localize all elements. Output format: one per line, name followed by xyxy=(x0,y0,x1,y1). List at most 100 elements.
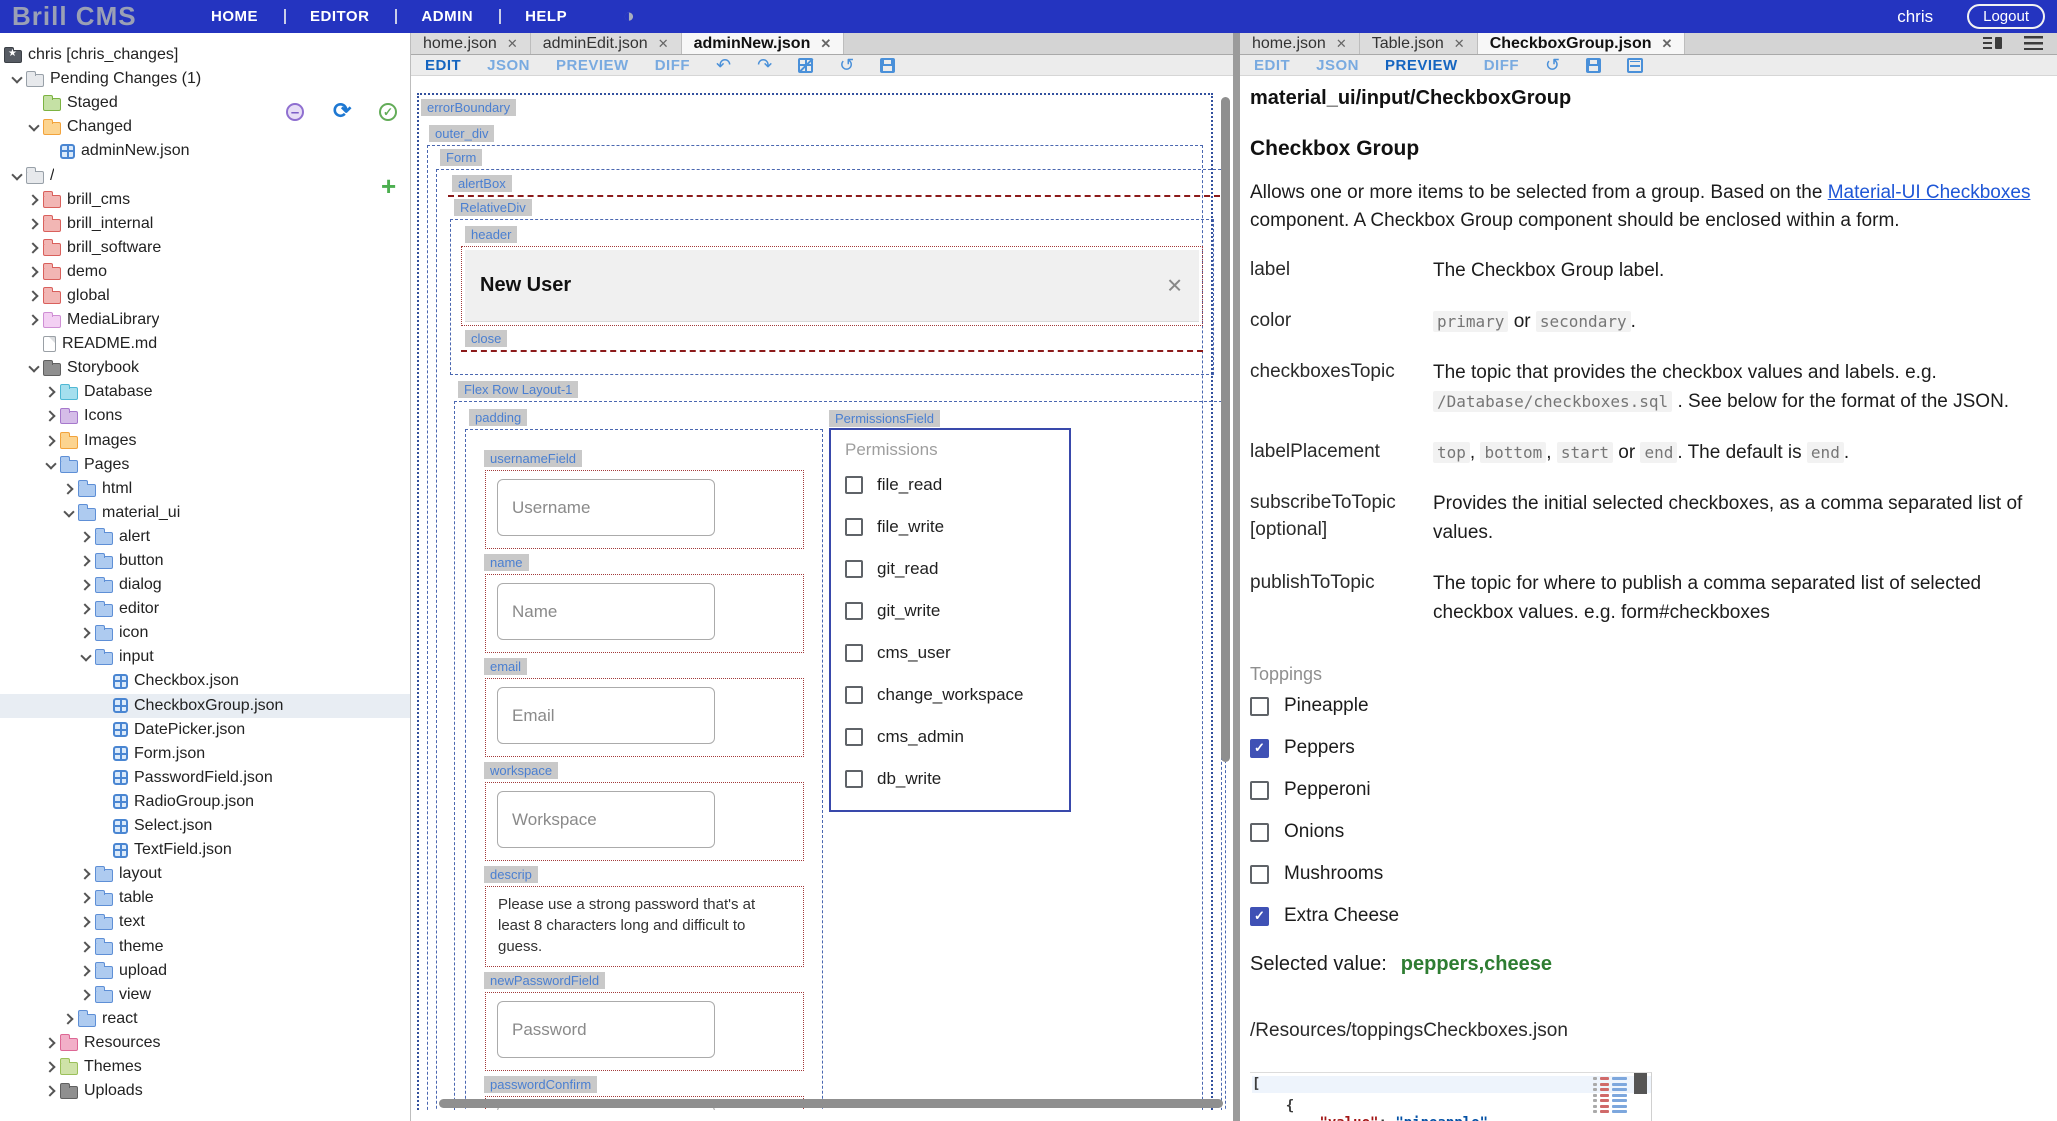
checkbox-icon[interactable] xyxy=(1250,823,1269,842)
field-outline[interactable]: Name xyxy=(485,574,804,653)
text-input[interactable]: Email xyxy=(497,687,715,744)
chevron-icon[interactable] xyxy=(77,986,95,1004)
component-chip-padding[interactable]: padding xyxy=(469,409,527,426)
tree-item[interactable]: DatePicker.json xyxy=(0,718,410,742)
chevron-icon[interactable] xyxy=(25,118,43,136)
tree-item[interactable]: Pages xyxy=(0,453,410,477)
checkbox-option[interactable]: db_write xyxy=(845,758,1069,800)
chevron-icon[interactable] xyxy=(42,383,60,401)
component-chip-permissionsField[interactable]: PermissionsField xyxy=(829,410,940,427)
chevron-icon[interactable] xyxy=(77,648,95,666)
tree-item[interactable]: Checkbox.json xyxy=(0,669,410,693)
chevron-icon[interactable] xyxy=(25,94,43,112)
chevron-icon[interactable] xyxy=(25,335,43,353)
checkbox-option[interactable]: Pineapple xyxy=(1250,685,2033,727)
logout-button[interactable]: Logout xyxy=(1967,4,2045,29)
tab-close-icon[interactable]: ✕ xyxy=(658,36,669,52)
mode-button[interactable]: DIFF xyxy=(1484,57,1519,74)
preview-tab[interactable]: CheckboxGroup.json ✕ xyxy=(1478,33,1686,54)
tree-item[interactable]: Images xyxy=(0,429,410,453)
chevron-icon[interactable] xyxy=(42,432,60,450)
chevron-icon[interactable] xyxy=(42,1082,60,1100)
tree-item[interactable]: Uploads xyxy=(0,1079,410,1103)
brightness-theme-icon[interactable]: ◑ xyxy=(623,6,634,28)
tree-item[interactable]: text xyxy=(0,910,410,934)
component-chip-field[interactable]: usernameField xyxy=(484,450,582,467)
component-chip-close[interactable]: close xyxy=(465,330,507,347)
close-outline[interactable] xyxy=(461,350,1203,352)
chevron-icon[interactable] xyxy=(42,1058,60,1076)
page-editor-canvas[interactable]: errorBoundary outer_div Form alertBox Re… xyxy=(411,77,1233,1110)
form-field-group[interactable]: email Email xyxy=(485,658,822,757)
chevron-icon[interactable] xyxy=(95,721,113,739)
tree-item[interactable]: brill_internal xyxy=(0,212,410,236)
chevron-icon[interactable] xyxy=(77,600,95,618)
text-input[interactable]: Password xyxy=(497,1001,715,1058)
component-chip-field[interactable]: descrip xyxy=(484,866,538,883)
tree-item[interactable]: editor xyxy=(0,597,410,621)
preview-list-icon[interactable] xyxy=(1627,58,1643,73)
checkbox-icon[interactable] xyxy=(845,560,863,578)
code-scrollbar[interactable] xyxy=(1634,1073,1647,1094)
component-chip-outer-div[interactable]: outer_div xyxy=(429,125,494,142)
component-chip-field[interactable]: workspace xyxy=(484,762,558,779)
checkbox-icon[interactable] xyxy=(1250,781,1269,800)
chevron-icon[interactable] xyxy=(8,70,26,88)
form-field-group[interactable]: usernameField Username xyxy=(485,450,822,549)
chevron-icon[interactable] xyxy=(8,167,26,185)
checkbox-option[interactable]: Extra Cheese xyxy=(1250,895,2033,937)
editor-tab[interactable]: home.json ✕ xyxy=(411,33,531,54)
chevron-icon[interactable] xyxy=(42,456,60,474)
tree-item[interactable]: Storybook xyxy=(0,356,410,380)
horizontal-scrollbar[interactable] xyxy=(439,1099,1223,1108)
chevron-icon[interactable] xyxy=(95,697,113,715)
tree-item[interactable]: README.md xyxy=(0,332,410,356)
split-view-icon[interactable] xyxy=(1983,36,2002,50)
checkbox-icon[interactable] xyxy=(845,476,863,494)
chevron-icon[interactable] xyxy=(95,817,113,835)
mode-button[interactable]: JSON xyxy=(1316,57,1359,74)
checkbox-option[interactable]: Onions xyxy=(1250,811,2033,853)
chevron-icon[interactable] xyxy=(77,576,95,594)
chevron-icon[interactable] xyxy=(25,263,43,281)
field-outline[interactable]: Please use a strong password that's at l… xyxy=(485,886,804,967)
tree-item[interactable]: PasswordField.json xyxy=(0,766,410,790)
tab-close-icon[interactable]: ✕ xyxy=(1661,36,1672,52)
close-icon[interactable]: ✕ xyxy=(1166,273,1183,298)
grid-off-icon[interactable] xyxy=(798,58,813,73)
checkbox-option[interactable]: change_workspace xyxy=(845,674,1069,716)
tree-item[interactable]: brill_software xyxy=(0,236,410,260)
tree-item[interactable]: view xyxy=(0,983,410,1007)
mode-button[interactable]: PREVIEW xyxy=(1385,57,1458,74)
checkbox-icon[interactable] xyxy=(845,770,863,788)
tree-item[interactable]: react xyxy=(0,1007,410,1031)
chevron-icon[interactable] xyxy=(60,1010,78,1028)
tab-close-icon[interactable]: ✕ xyxy=(1336,36,1347,52)
tree-item[interactable]: Pending Changes (1) xyxy=(0,67,410,91)
stage-add-icon[interactable]: + xyxy=(381,171,396,202)
tree-item[interactable]: / xyxy=(0,163,410,187)
mode-button[interactable]: EDIT xyxy=(425,57,461,74)
component-chip-field[interactable]: newPasswordField xyxy=(484,972,605,989)
component-chip-errorBoundary[interactable]: errorBoundary xyxy=(421,99,516,116)
tree-item[interactable]: button xyxy=(0,549,410,573)
preview-tab[interactable]: home.json ✕ xyxy=(1240,33,1360,54)
text-input[interactable]: Workspace xyxy=(497,791,715,848)
header-outline[interactable]: New User ✕ xyxy=(461,246,1203,326)
tree-item[interactable]: Select.json xyxy=(0,814,410,838)
tree-item[interactable]: Resources xyxy=(0,1031,410,1055)
chevron-icon[interactable] xyxy=(77,624,95,642)
chevron-icon[interactable] xyxy=(42,407,60,425)
checkbox-option[interactable]: cms_admin xyxy=(845,716,1069,758)
chevron-icon[interactable] xyxy=(25,359,43,377)
field-outline[interactable]: Email xyxy=(485,678,804,757)
chevron-icon[interactable] xyxy=(95,841,113,859)
nav-menu-item[interactable]: HOME xyxy=(185,0,284,33)
mode-button[interactable]: DIFF xyxy=(655,57,690,74)
checkbox-icon[interactable] xyxy=(845,728,863,746)
form-field-group[interactable]: descrip Please use a strong password tha… xyxy=(485,866,822,967)
permissions-group-outline[interactable]: Permissions file_read file_write xyxy=(829,428,1071,812)
save-icon[interactable] xyxy=(1586,58,1601,73)
tree-item[interactable]: alert xyxy=(0,525,410,549)
chevron-icon[interactable] xyxy=(77,528,95,546)
